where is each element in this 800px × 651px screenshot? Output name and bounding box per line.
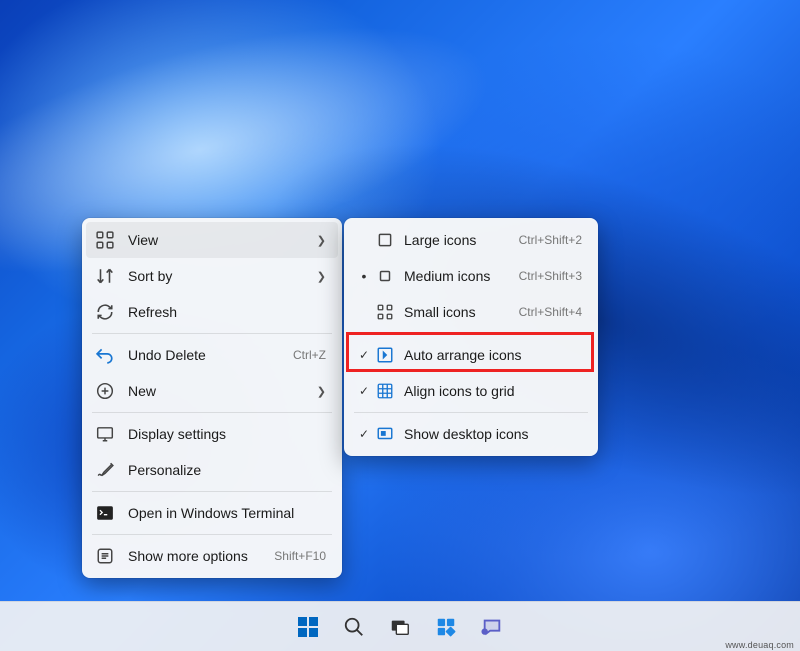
more-options-icon (96, 547, 114, 565)
refresh-icon (96, 303, 114, 321)
chat-button[interactable] (472, 607, 512, 647)
submenu-large-label: Large icons (404, 232, 519, 248)
submenu-auto-arrange-label: Auto arrange icons (404, 347, 582, 363)
menu-new-label: New (128, 383, 312, 399)
submenu-small-shortcut: Ctrl+Shift+4 (519, 305, 582, 319)
terminal-icon (96, 504, 114, 522)
auto-arrange-icon (376, 346, 394, 364)
start-button[interactable] (288, 607, 328, 647)
menu-personalize[interactable]: Personalize (86, 452, 338, 488)
chevron-right-icon: ❯ (312, 270, 326, 283)
check-icon: ✓ (356, 348, 372, 362)
check-icon: ✓ (356, 427, 372, 441)
menu-separator (92, 491, 332, 492)
grid-icon (96, 231, 114, 249)
submenu-align-to-grid[interactable]: ✓ Align icons to grid (348, 373, 594, 409)
submenu-medium-label: Medium icons (404, 268, 519, 284)
menu-personalize-label: Personalize (128, 462, 326, 478)
menu-undo-delete[interactable]: Undo Delete Ctrl+Z (86, 337, 338, 373)
menu-more-shortcut: Shift+F10 (274, 549, 326, 563)
submenu-show-desktop-icons[interactable]: ✓ Show desktop icons (348, 416, 594, 452)
submenu-align-label: Align icons to grid (404, 383, 582, 399)
submenu-small-label: Small icons (404, 304, 519, 320)
menu-view-label: View (128, 232, 312, 248)
submenu-large-icons[interactable]: Large icons Ctrl+Shift+2 (348, 222, 594, 258)
desktop-icons-icon (376, 425, 394, 443)
desktop-wallpaper[interactable]: View ❯ Sort by ❯ Refresh Undo Delete Ctr… (0, 0, 800, 651)
menu-separator (354, 333, 588, 334)
menu-separator (92, 412, 332, 413)
task-view-button[interactable] (380, 607, 420, 647)
menu-sort-label: Sort by (128, 268, 312, 284)
menu-terminal-label: Open in Windows Terminal (128, 505, 326, 521)
menu-view[interactable]: View ❯ (86, 222, 338, 258)
paint-icon (96, 461, 114, 479)
menu-undo-label: Undo Delete (128, 347, 283, 363)
small-icons-icon (376, 303, 394, 321)
sort-icon (96, 267, 114, 285)
menu-separator (92, 534, 332, 535)
desktop-context-menu: View ❯ Sort by ❯ Refresh Undo Delete Ctr… (82, 218, 342, 578)
align-grid-icon (376, 382, 394, 400)
plus-circle-icon (96, 382, 114, 400)
check-icon: ✓ (356, 384, 372, 398)
chevron-right-icon: ❯ (312, 234, 326, 247)
submenu-show-icons-label: Show desktop icons (404, 426, 582, 442)
large-icons-icon (376, 231, 394, 249)
undo-icon (96, 346, 114, 364)
submenu-medium-icons[interactable]: • Medium icons Ctrl+Shift+3 (348, 258, 594, 294)
menu-refresh[interactable]: Refresh (86, 294, 338, 330)
widgets-button[interactable] (426, 607, 466, 647)
menu-open-terminal[interactable]: Open in Windows Terminal (86, 495, 338, 531)
view-submenu: Large icons Ctrl+Shift+2 • Medium icons … (344, 218, 598, 456)
menu-display-settings[interactable]: Display settings (86, 416, 338, 452)
watermark: www.deuaq.com (725, 640, 794, 650)
submenu-medium-shortcut: Ctrl+Shift+3 (519, 269, 582, 283)
menu-display-label: Display settings (128, 426, 326, 442)
taskbar (0, 601, 800, 651)
menu-refresh-label: Refresh (128, 304, 326, 320)
menu-sort-by[interactable]: Sort by ❯ (86, 258, 338, 294)
display-icon (96, 425, 114, 443)
submenu-auto-arrange[interactable]: ✓ Auto arrange icons (348, 337, 594, 373)
menu-more-label: Show more options (128, 548, 264, 564)
menu-new[interactable]: New ❯ (86, 373, 338, 409)
search-button[interactable] (334, 607, 374, 647)
submenu-small-icons[interactable]: Small icons Ctrl+Shift+4 (348, 294, 594, 330)
radio-selected: • (356, 269, 372, 283)
chevron-right-icon: ❯ (312, 385, 326, 398)
menu-show-more-options[interactable]: Show more options Shift+F10 (86, 538, 338, 574)
menu-separator (354, 412, 588, 413)
menu-separator (92, 333, 332, 334)
medium-icons-icon (376, 267, 394, 285)
submenu-large-shortcut: Ctrl+Shift+2 (519, 233, 582, 247)
menu-undo-shortcut: Ctrl+Z (293, 348, 326, 362)
